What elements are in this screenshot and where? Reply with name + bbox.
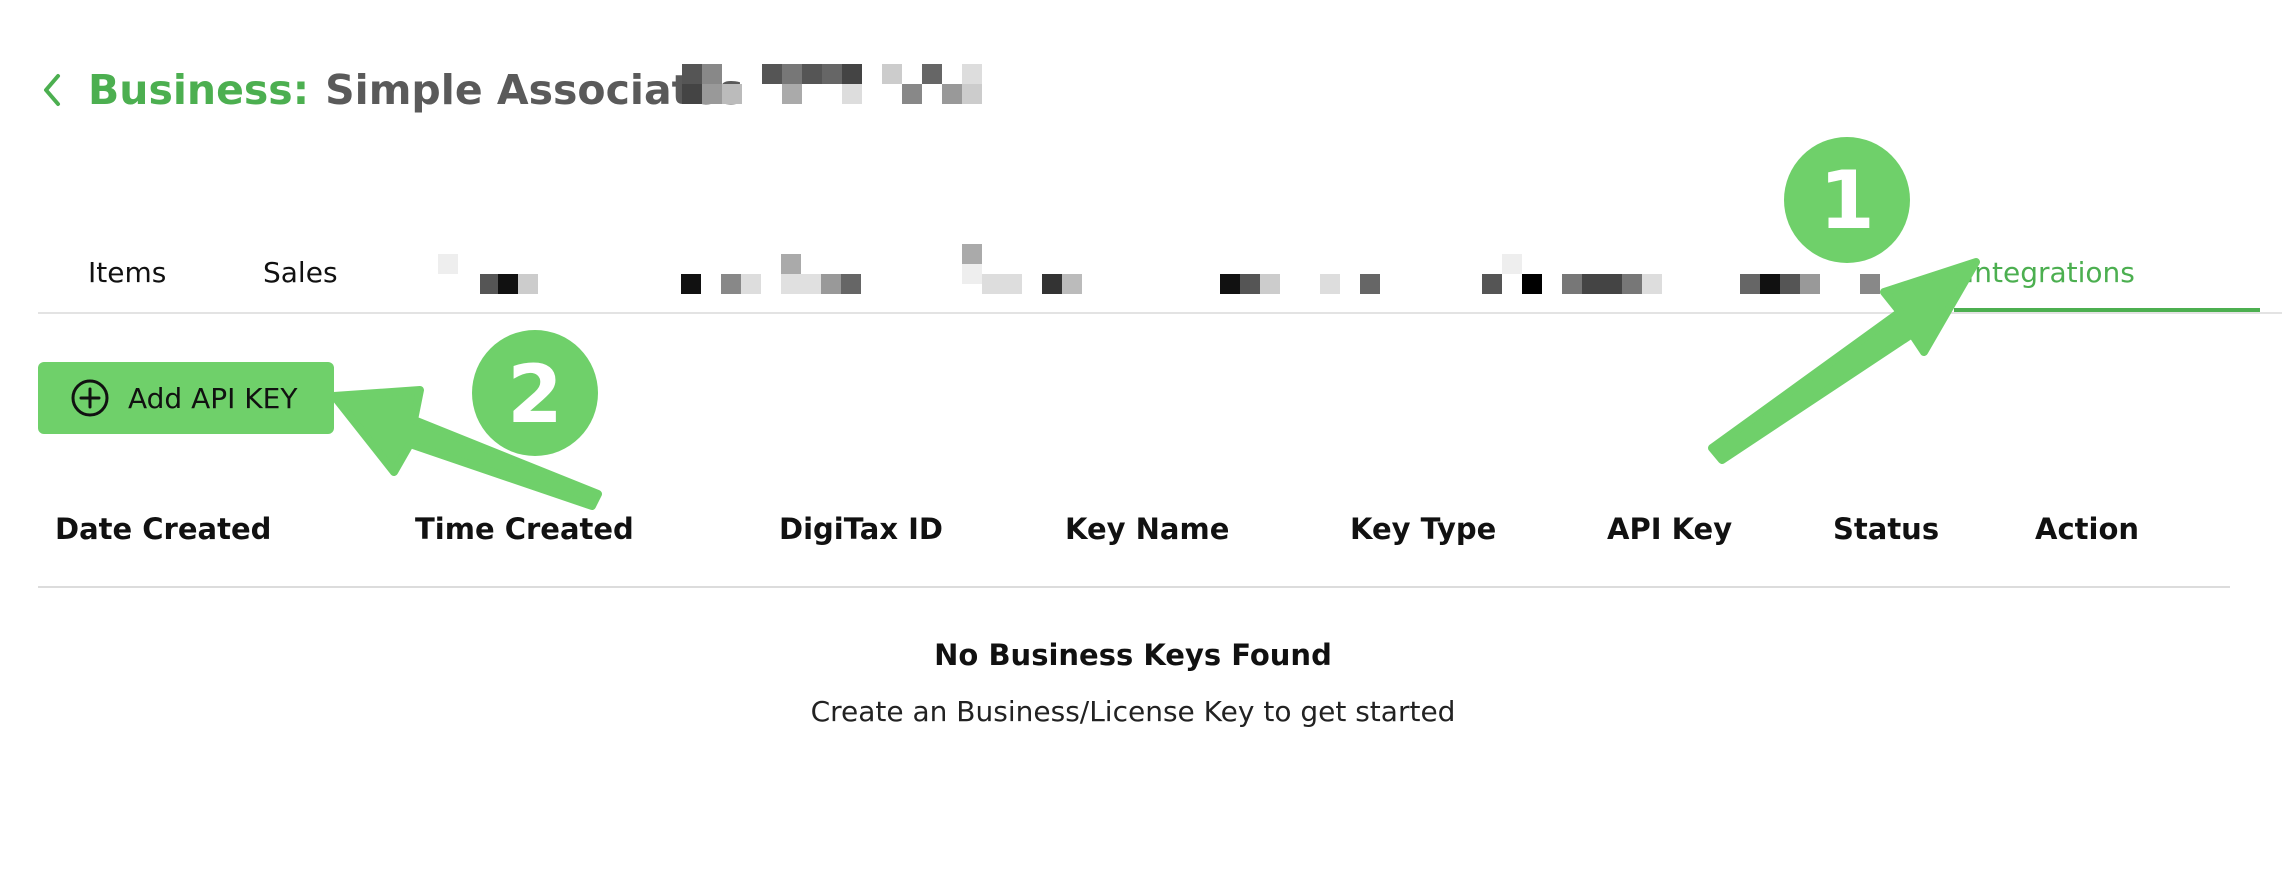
column-header-action: Action <box>2035 512 2140 546</box>
page-title-business-name: Simple Associates <box>325 66 744 114</box>
redacted-tab[interactable] <box>1482 244 1682 294</box>
empty-state-title: No Business Keys Found <box>934 638 1332 672</box>
arrow-2-icon <box>330 386 602 510</box>
tab-bar: Items Sales Integrations <box>38 232 2282 314</box>
column-header-api-key: API Key <box>1607 512 1733 546</box>
column-header-key-type: Key Type <box>1350 512 1497 546</box>
add-api-key-label: Add API KEY <box>128 381 298 415</box>
column-header-status: Status <box>1833 512 1940 546</box>
column-header-time-created: Time Created <box>415 512 634 546</box>
page-title-label: Business: <box>88 66 310 114</box>
column-header-date-created: Date Created <box>55 512 272 546</box>
add-api-key-button[interactable]: Add API KEY <box>38 362 334 434</box>
plus-circle-icon <box>71 379 109 417</box>
redacted-tab[interactable] <box>1740 244 1890 294</box>
step-2-badge: 2 <box>472 330 598 456</box>
table-header: Date Created Time Created DigiTax ID Key… <box>38 504 2230 588</box>
page-header: Business: Simple Associates <box>34 60 743 120</box>
tab-integrations[interactable]: Integrations <box>1966 246 2135 298</box>
redacted-tab[interactable] <box>681 244 901 294</box>
redacted-title-suffix <box>682 64 982 104</box>
empty-state-subtitle: Create an Business/License Key to get st… <box>810 695 1456 728</box>
chevron-left-icon <box>44 74 60 106</box>
back-button[interactable] <box>34 60 70 120</box>
tutorial-annotations: 1 2 <box>330 137 1980 510</box>
column-header-digitax-id: DigiTax ID <box>779 512 943 546</box>
tab-items[interactable]: Items <box>88 246 166 298</box>
redacted-tab[interactable] <box>962 244 1142 294</box>
active-tab-indicator <box>1954 308 2260 312</box>
redacted-tab[interactable] <box>1220 244 1420 294</box>
column-header-key-name: Key Name <box>1065 512 1230 546</box>
tab-sales[interactable]: Sales <box>263 246 338 298</box>
step-2-number: 2 <box>507 348 563 441</box>
redacted-tab[interactable] <box>438 244 538 294</box>
